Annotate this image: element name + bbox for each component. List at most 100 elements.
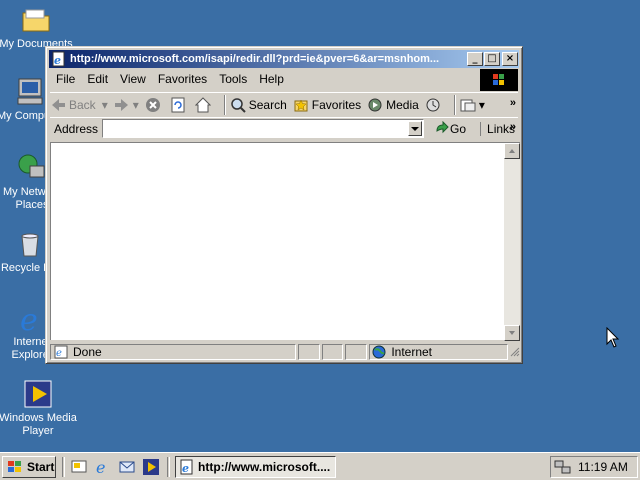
network-icon	[18, 154, 45, 178]
security-zone-cell: Internet	[369, 344, 509, 360]
history-button[interactable]	[425, 97, 444, 113]
toolbar-overflow-icon[interactable]: »	[510, 97, 516, 109]
media-player-icon[interactable]	[142, 458, 160, 476]
go-label: Go	[450, 121, 467, 136]
status-panel	[345, 344, 368, 360]
favorites-button[interactable]: Favorites	[293, 97, 361, 113]
resize-grip-icon[interactable]	[510, 347, 520, 357]
taskbar: Start e e http://www.microsoft.... 11:19…	[0, 452, 640, 480]
ie-page-icon: e	[52, 51, 65, 67]
menu-edit[interactable]: Edit	[81, 72, 114, 86]
windows-logo	[480, 69, 518, 91]
svg-text:e: e	[54, 54, 61, 67]
search-label: Search	[248, 97, 287, 112]
scroll-up-button[interactable]	[504, 143, 520, 159]
forward-arrow-icon	[114, 98, 128, 111]
security-zone: Internet	[391, 345, 433, 359]
title-bar[interactable]: e http://www.microsoft.com/isapi/redir.d…	[49, 50, 519, 68]
desktop-icon-my-documents[interactable]: My Documents	[0, 4, 76, 51]
history-icon	[426, 98, 440, 111]
favorites-icon	[294, 98, 308, 111]
back-button[interactable]: Back ▾	[50, 97, 108, 113]
mouse-cursor-icon	[606, 327, 620, 348]
go-button[interactable]: Go	[434, 120, 467, 137]
status-text-cell: e Done	[50, 344, 296, 360]
start-label: Start	[27, 460, 55, 474]
standard-toolbar: Back ▾ ▾ Search Favorites Media ▾ »	[50, 92, 518, 116]
browser-window[interactable]: e http://www.microsoft.com/isapi/redir.d…	[45, 46, 523, 364]
page-done-icon: e	[54, 345, 68, 359]
desktop-icon-media-player[interactable]: Windows Media Player	[0, 378, 78, 438]
favorites-label: Favorites	[311, 97, 362, 112]
taskbar-window-label: http://www.microsoft....	[198, 460, 331, 474]
forward-button[interactable]: ▾	[114, 97, 139, 113]
menu-view[interactable]: View	[114, 72, 152, 86]
quick-launch-separator	[167, 457, 170, 477]
toolbar-separator	[223, 94, 226, 115]
status-bar: e Done Internet	[50, 343, 520, 361]
menu-help[interactable]: Help	[253, 72, 290, 86]
menu-tools[interactable]: Tools	[213, 72, 253, 86]
svg-text:e: e	[20, 303, 38, 334]
outlook-express-icon[interactable]	[118, 458, 136, 476]
mail-button[interactable]: ▾	[460, 97, 485, 113]
globe-icon	[372, 345, 386, 359]
windows-flag-icon	[8, 461, 21, 472]
media-player-icon	[24, 380, 52, 408]
network-connection-icon[interactable]	[554, 459, 572, 475]
search-button[interactable]: Search	[230, 97, 287, 113]
ie-page-icon: e	[180, 459, 193, 475]
toolbar-separator	[453, 94, 456, 115]
computer-icon	[17, 78, 43, 105]
minimize-button[interactable]: _	[467, 52, 483, 66]
start-button[interactable]: Start	[2, 456, 56, 478]
back-arrow-icon	[52, 98, 65, 111]
media-label: Media	[386, 97, 419, 112]
home-icon	[194, 96, 211, 112]
links-overflow-icon[interactable]: »	[510, 121, 516, 133]
media-icon	[368, 98, 382, 111]
status-text: Done	[73, 345, 102, 359]
taskbar-window-button[interactable]: e http://www.microsoft....	[175, 456, 336, 478]
address-label: Address	[54, 121, 99, 136]
close-button[interactable]: ×	[502, 52, 518, 66]
menu-favorites[interactable]: Favorites	[152, 72, 213, 86]
svg-text:e: e	[182, 462, 189, 475]
vertical-scrollbar[interactable]	[504, 143, 520, 341]
back-label: Back	[69, 97, 96, 112]
chevron-down-icon[interactable]: ▾	[102, 98, 108, 112]
chevron-down-icon[interactable]: ▾	[479, 98, 485, 112]
home-button[interactable]	[194, 96, 214, 113]
stop-button[interactable]	[145, 97, 164, 113]
desktop-icon-label: Windows Media Player	[0, 412, 77, 437]
stop-icon	[145, 97, 160, 112]
address-input[interactable]	[102, 119, 425, 138]
clock[interactable]: 11:19 AM	[578, 460, 628, 474]
page-content[interactable]	[50, 142, 520, 341]
address-dropdown-button[interactable]	[408, 121, 423, 136]
maximize-button[interactable]: □	[484, 52, 500, 66]
search-icon	[231, 97, 246, 113]
system-tray: 11:19 AM	[550, 456, 638, 478]
menu-bar: File Edit View Favorites Tools Help	[50, 69, 480, 89]
menu-file[interactable]: File	[50, 72, 81, 86]
svg-text:e: e	[56, 348, 62, 359]
refresh-icon	[171, 97, 185, 112]
status-panel	[297, 344, 320, 360]
arrow-up-icon	[509, 149, 515, 153]
folder-icon	[22, 9, 50, 32]
arrow-down-icon	[509, 331, 515, 335]
chevron-down-icon[interactable]: ▾	[133, 98, 139, 112]
scroll-down-button[interactable]	[504, 325, 520, 341]
go-arrow-icon	[436, 120, 449, 133]
media-button[interactable]: Media	[367, 97, 419, 113]
address-bar: Address Go Links »	[50, 117, 518, 139]
show-desktop-icon[interactable]	[70, 458, 88, 476]
mail-icon	[460, 99, 476, 111]
recycle-bin-icon	[21, 233, 39, 257]
chevron-down-icon	[411, 127, 420, 131]
windows-flag-icon	[493, 74, 504, 85]
window-title: http://www.microsoft.com/isapi/redir.dll…	[70, 53, 440, 65]
refresh-button[interactable]	[170, 97, 189, 113]
internet-explorer-icon[interactable]: e	[94, 458, 112, 476]
